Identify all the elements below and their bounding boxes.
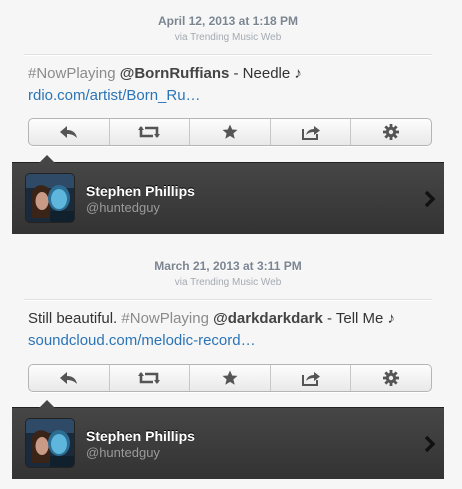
share-button[interactable] [271, 119, 352, 145]
share-button[interactable] [271, 365, 352, 391]
share-icon [301, 124, 321, 140]
avatar[interactable] [26, 419, 74, 467]
pointer-notch [38, 155, 56, 164]
retweet-icon [138, 125, 161, 139]
share-icon [301, 370, 321, 386]
url-link[interactable]: soundcloud.com/melodic-record… [28, 332, 256, 349]
reply-icon [59, 125, 79, 139]
reply-button[interactable] [29, 365, 110, 391]
url-link[interactable]: rdio.com/artist/Born_Ru… [28, 87, 201, 104]
tweet-meta: April 12, 2013 at 1:18 PM via Trending M… [12, 0, 444, 45]
tweet-text: Still beautiful. #NowPlaying @darkdarkda… [12, 300, 444, 360]
chevron-right-icon [424, 190, 436, 213]
profile-handle: @huntedguy [86, 200, 160, 215]
tweet-feed: April 12, 2013 at 1:18 PM via Trending M… [0, 0, 462, 489]
hashtag-link[interactable]: #NowPlaying [121, 310, 209, 327]
pointer-notch [38, 400, 56, 409]
more-options-button[interactable] [351, 119, 431, 145]
tweet-body-text: - Needle ♪ [229, 65, 302, 82]
retweet-button[interactable] [110, 365, 191, 391]
profile-handle: @huntedguy [86, 445, 160, 460]
retweet-button[interactable] [110, 119, 191, 145]
profile-name: Stephen Phillips [86, 428, 195, 444]
more-options-button[interactable] [351, 365, 431, 391]
tweet-action-bar [28, 118, 432, 146]
avatar[interactable] [26, 174, 74, 222]
retweet-icon [138, 371, 161, 385]
tweet-text: #NowPlaying @BornRuffians - Needle ♪ rdi… [12, 55, 444, 115]
tweet-meta: March 21, 2013 at 3:11 PM via Trending M… [12, 245, 444, 290]
hashtag-link[interactable]: #NowPlaying [28, 65, 116, 82]
tweet-date[interactable]: March 21, 2013 at 3:11 PM [12, 259, 444, 274]
tweet-pre-text: Still beautiful. [28, 310, 122, 327]
favorite-button[interactable] [190, 119, 271, 145]
tweet-action-bar [28, 364, 432, 392]
profile-row[interactable]: Stephen Phillips @huntedguy [12, 400, 444, 479]
gear-icon [383, 124, 400, 140]
mention-link[interactable]: @BornRuffians [120, 65, 230, 82]
favorite-button[interactable] [190, 365, 271, 391]
favorite-star-icon [222, 370, 238, 386]
reply-icon [59, 371, 79, 385]
tweet-body-text: - Tell Me ♪ [322, 310, 396, 327]
favorite-star-icon [222, 124, 238, 140]
gear-icon [383, 370, 400, 386]
tweet-date[interactable]: April 12, 2013 at 1:18 PM [12, 14, 444, 29]
tweet: April 12, 2013 at 1:18 PM via Trending M… [12, 0, 444, 160]
mention-link[interactable]: @darkdarkdark [213, 310, 323, 327]
tweet-source: via Trending Music Web [174, 32, 282, 43]
chevron-right-icon [424, 435, 436, 458]
profile-row[interactable]: Stephen Phillips @huntedguy [12, 155, 444, 234]
reply-button[interactable] [29, 119, 110, 145]
tweet: March 21, 2013 at 3:11 PM via Trending M… [12, 245, 444, 405]
tweet-source: via Trending Music Web [174, 277, 282, 288]
profile-name: Stephen Phillips [86, 183, 195, 199]
